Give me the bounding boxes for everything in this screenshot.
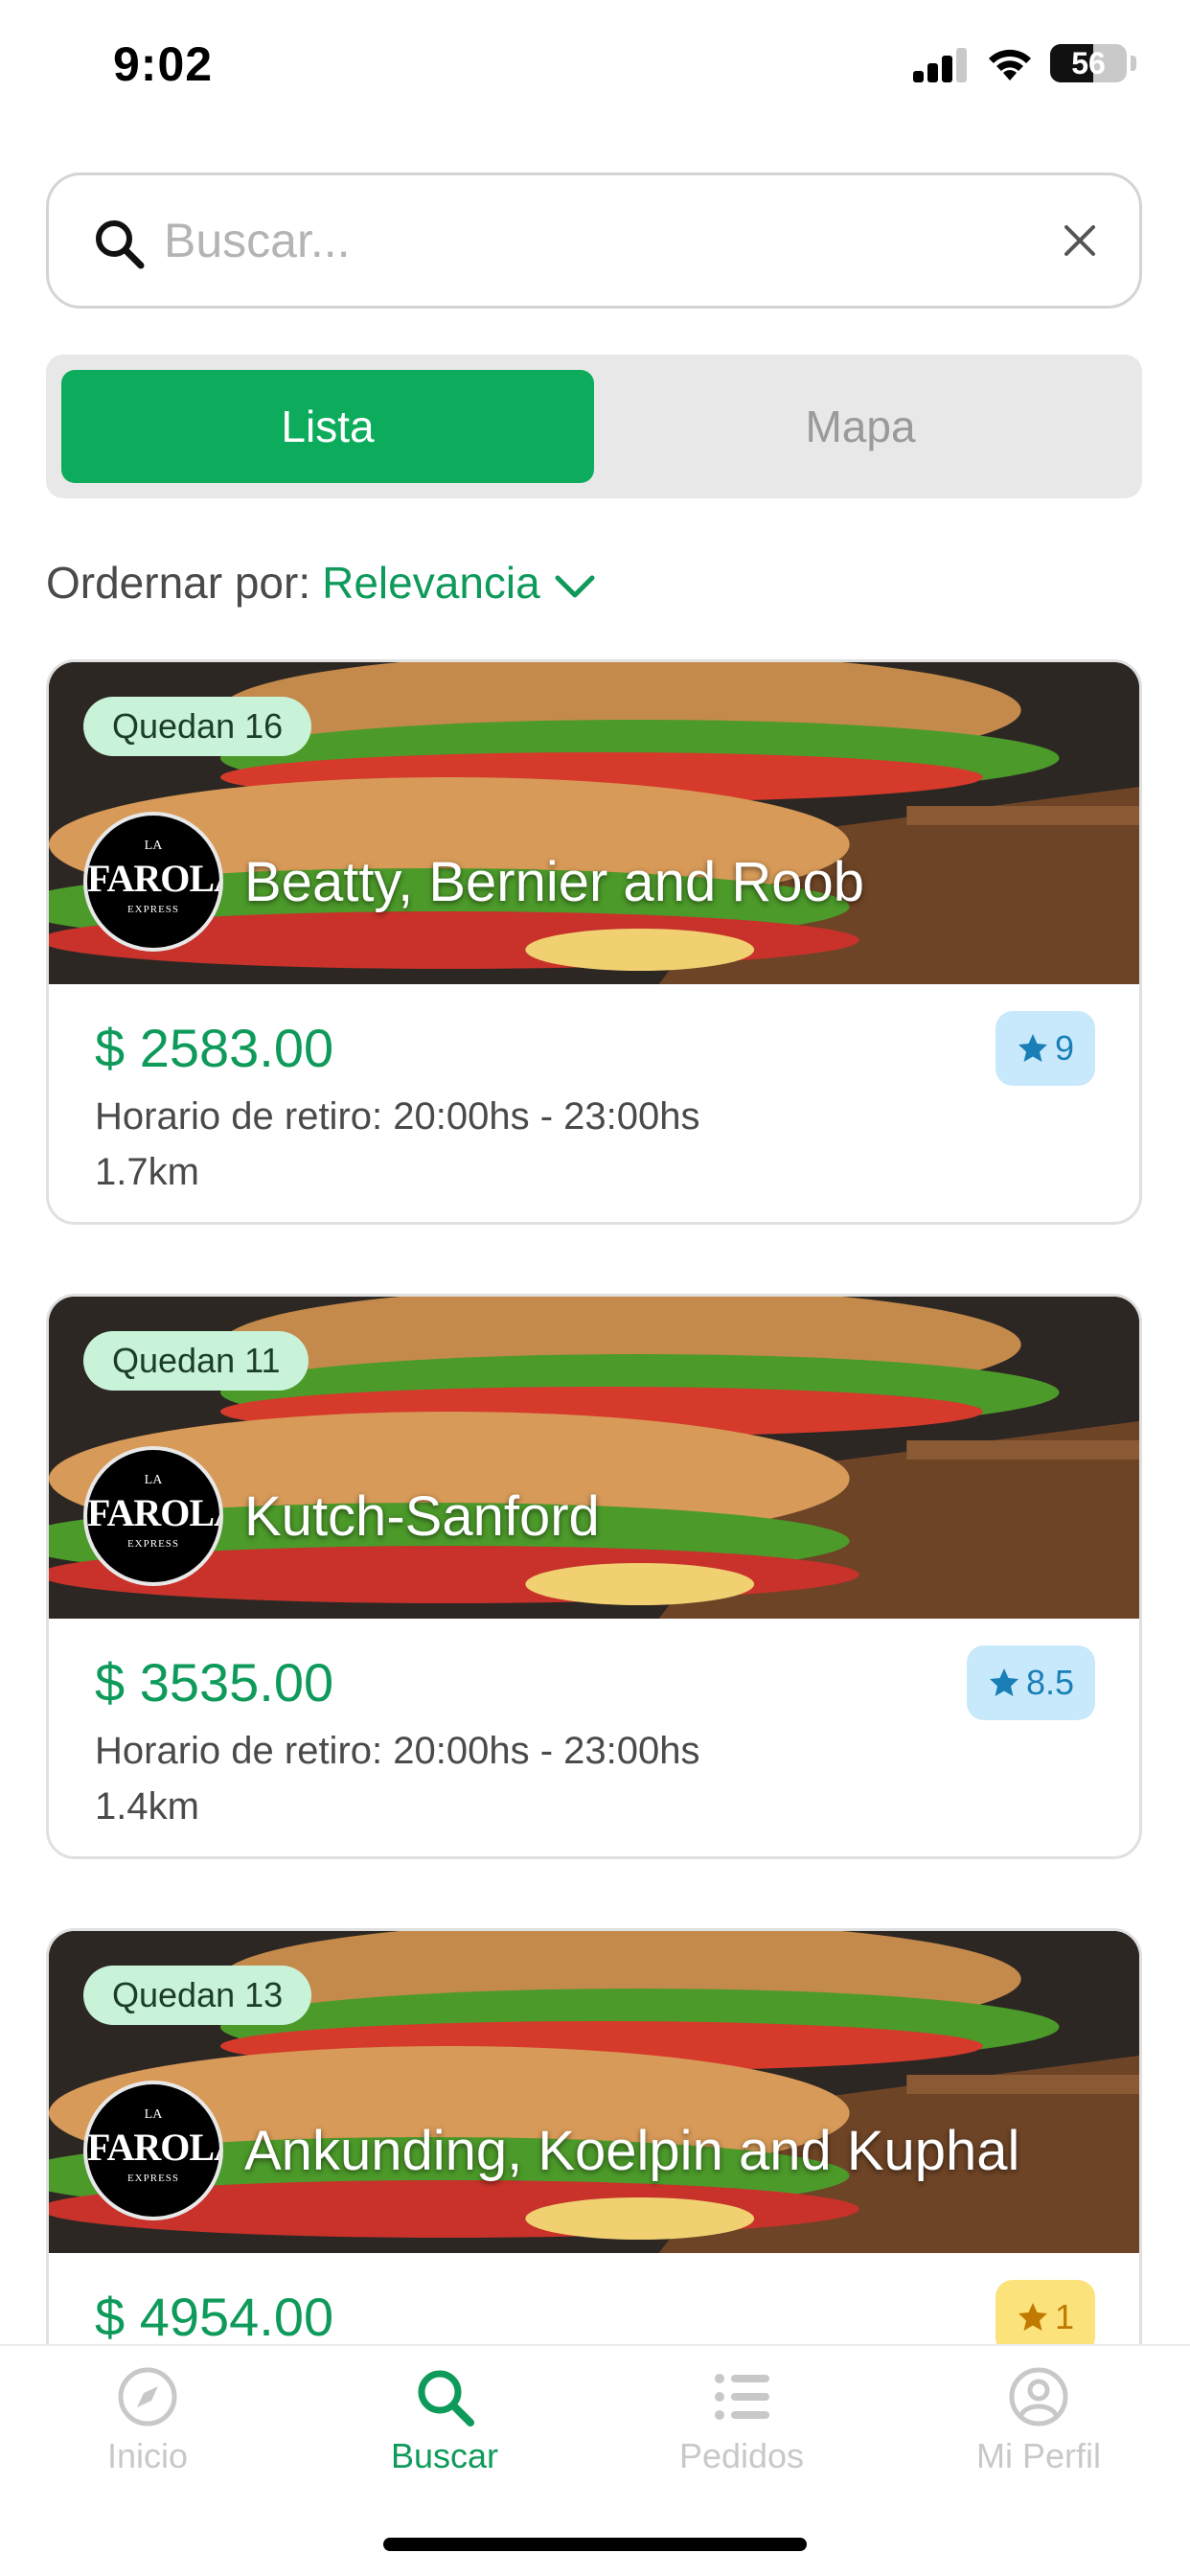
search-icon	[96, 220, 145, 269]
remaining-badge: Quedan 16	[83, 697, 312, 756]
logo-text-main: FAROLA	[87, 1491, 219, 1534]
nav-label: Inicio	[106, 2436, 189, 2475]
logo-text-top: LA	[144, 839, 163, 853]
battery-icon: 56	[1050, 44, 1127, 82]
logo-text-top: LA	[144, 2107, 163, 2122]
store-name: Ankunding, Koelpin and Kuphal	[244, 2120, 1020, 2182]
offer-image: Quedan 11 LA FAROLA EXPRESS Kutch-Sanfor…	[49, 1297, 1139, 1619]
compass-icon	[118, 2367, 177, 2426]
sort-label: Ordernar por:	[46, 558, 311, 608]
tab-lista[interactable]: Lista	[61, 370, 594, 483]
offer-card[interactable]: Quedan 16 LA FAROLA EXPRESS Beatty, Bern…	[46, 659, 1142, 1225]
rating-value: 8.5	[1025, 1663, 1074, 1702]
remaining-badge: Quedan 13	[83, 1966, 312, 2025]
search-input[interactable]	[164, 202, 988, 279]
star-icon	[989, 1668, 1018, 1696]
nav-label: Mi Perfil	[975, 2436, 1101, 2475]
home-indicator	[383, 2538, 807, 2551]
logo-text-main: FAROLA	[87, 857, 219, 900]
nav-label: Pedidos	[678, 2436, 805, 2475]
status-time: 9:02	[113, 37, 214, 91]
price: $ 2583.00	[95, 1018, 334, 1078]
list-icon	[715, 2374, 769, 2420]
store-logo: LA FAROLA EXPRESS	[83, 1446, 223, 1586]
rating-value: 9	[1054, 1028, 1074, 1068]
chevron-down-icon[interactable]	[554, 572, 596, 601]
pickup-time: Horario de retiro: 20:00hs - 23:00hs	[95, 1095, 700, 1138]
view-toggle: Lista Mapa	[46, 355, 1142, 498]
price: $ 4954.00	[95, 2287, 334, 2347]
logo-text-sub: EXPRESS	[126, 904, 180, 915]
wifi-icon	[989, 49, 1031, 80]
logo-text-sub: EXPRESS	[126, 1538, 180, 1550]
tab-mapa[interactable]: Mapa	[594, 370, 1127, 483]
nav-label: Buscar	[390, 2436, 499, 2475]
nav-item-mi-perfil[interactable]: Mi Perfil	[924, 2365, 1154, 2476]
battery-level: 56	[1071, 46, 1106, 80]
battery-cap	[1131, 56, 1136, 71]
status-bar: 9:02 56	[0, 0, 1190, 134]
offer-details: $ 3535.00 Horario de retiro: 20:00hs - 2…	[49, 1619, 1139, 1856]
cellular-signal-icon	[913, 48, 969, 82]
offer-image: Quedan 13 LA FAROLA EXPRESS Ankunding, K…	[49, 1931, 1139, 2253]
user-icon	[1009, 2367, 1068, 2426]
search-icon	[418, 2370, 474, 2426]
offer-details: $ 2583.00 Horario de retiro: 20:00hs - 2…	[49, 984, 1139, 1222]
sort-value[interactable]: Relevancia	[322, 558, 540, 608]
star-icon	[1018, 1034, 1047, 1062]
close-icon[interactable]	[1061, 221, 1099, 260]
distance: 1.7km	[95, 1151, 199, 1193]
distance: 1.4km	[95, 1785, 199, 1828]
nav-item-pedidos[interactable]: Pedidos	[627, 2365, 857, 2476]
nav-item-inicio[interactable]: Inicio	[33, 2365, 263, 2476]
search-bar[interactable]	[46, 172, 1142, 309]
offer-card[interactable]: Quedan 11 LA FAROLA EXPRESS Kutch-Sanfor…	[46, 1294, 1142, 1859]
price: $ 3535.00	[95, 1652, 334, 1713]
store-name: Kutch-Sanford	[244, 1485, 600, 1548]
pickup-time: Horario de retiro: 20:00hs - 23:00hs	[95, 1730, 700, 1772]
logo-text-main: FAROLA	[87, 2126, 219, 2169]
offer-image: Quedan 16 LA FAROLA EXPRESS Beatty, Bern…	[49, 662, 1139, 984]
logo-text-sub: EXPRESS	[126, 2173, 180, 2184]
remaining-badge: Quedan 11	[83, 1331, 309, 1391]
sort-selector[interactable]: Ordernar por: Relevancia	[46, 554, 596, 611]
rating-badge: 8.5	[966, 1645, 1095, 1720]
store-logo: LA FAROLA EXPRESS	[83, 812, 223, 952]
rating-badge: 9	[995, 1011, 1095, 1086]
store-name: Beatty, Bernier and Roob	[244, 851, 864, 913]
store-logo: LA FAROLA EXPRESS	[83, 2081, 223, 2220]
star-icon	[1018, 2303, 1047, 2331]
logo-text-top: LA	[144, 1473, 163, 1487]
nav-item-buscar[interactable]: Buscar	[330, 2365, 560, 2476]
